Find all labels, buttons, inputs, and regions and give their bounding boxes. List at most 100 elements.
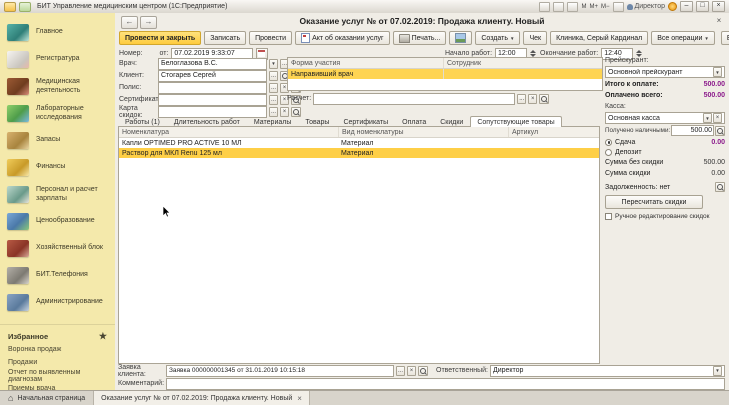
magnifier-icon: [293, 109, 299, 115]
tab-work-duration[interactable]: Длительность работ: [167, 116, 247, 127]
calculation-row: Расчет: ... ×: [287, 93, 549, 104]
pricelist-combo[interactable]: Основной прейскурант ▼: [605, 66, 725, 78]
favorite-diagnosis-report[interactable]: Отчет по выявленным диагнозам: [8, 369, 115, 382]
taskbar: ⌂ Начальная страница Оказание услуг № от…: [0, 390, 729, 405]
cashdesk-combo[interactable]: Основная касса ▼ ×: [605, 112, 725, 124]
doctor-row: Врач: Белоглазова В.С. ▼ ...: [119, 58, 301, 69]
window-titlebar: БИТ Управление медицинским центром (1С:П…: [0, 0, 729, 14]
quick-menu-icon[interactable]: [19, 2, 31, 12]
save-icon[interactable]: [539, 2, 550, 12]
table-row[interactable]: Капли OPTIMED PRO ACTIVE 10 МЛ Материал: [119, 138, 599, 148]
tab-related-goods[interactable]: Сопутствующие товары: [470, 116, 561, 127]
tab-certificates[interactable]: Сертификаты: [336, 116, 395, 127]
sidebar-item-lab[interactable]: Лабораторные исследования: [0, 100, 115, 127]
deposit-radio[interactable]: [605, 149, 612, 156]
sidebar-item-staff[interactable]: Персонал и расчет зарплаты: [0, 181, 115, 208]
doctor-dropdown-icon[interactable]: ▼: [269, 59, 278, 69]
responsible-dropdown-icon[interactable]: ▼: [713, 366, 722, 376]
client-input[interactable]: Стогарев Сергей: [158, 70, 267, 82]
favorite-sales[interactable]: Продажи: [8, 356, 115, 369]
client-select-icon[interactable]: ...: [269, 71, 278, 81]
maximize-button[interactable]: □: [696, 1, 709, 12]
sidebar-item-telephony[interactable]: БИТ.Телефония: [0, 262, 115, 289]
work-end-spinner[interactable]: [636, 50, 643, 57]
policy-input[interactable]: [158, 82, 267, 94]
service-act-button[interactable]: Акт об оказании услуг: [295, 31, 390, 45]
all-operations-button[interactable]: Все операции▼: [651, 31, 715, 45]
sidebar-item-finance[interactable]: Финансы: [0, 154, 115, 181]
window-layout-icon[interactable]: [613, 2, 624, 12]
clinic-button[interactable]: Клиника, Серый Кардинал: [550, 31, 648, 45]
home-page-tab[interactable]: ⌂ Начальная страница: [0, 391, 94, 405]
memory-mplus-button[interactable]: M+: [589, 4, 598, 10]
table-row-selected[interactable]: Раствор для МКЛ Renu 125 мл Материал: [119, 148, 599, 158]
sidebar-item-medical[interactable]: Медицинская деятельность: [0, 73, 115, 100]
calculation-clear-icon[interactable]: ×: [528, 94, 537, 104]
request-select-icon[interactable]: ...: [396, 366, 405, 376]
calculation-open-icon[interactable]: [539, 94, 549, 104]
toolbox-icon: [7, 240, 29, 257]
print-button[interactable]: Печать...: [393, 31, 447, 45]
calendar-icon[interactable]: [553, 2, 564, 12]
sidebar-item-stock[interactable]: Запасы: [0, 127, 115, 154]
cashdesk-clear-icon[interactable]: ×: [713, 113, 722, 123]
favorite-sales-funnel[interactable]: Воронка продаж: [8, 343, 115, 356]
back-icon[interactable]: ←: [121, 16, 138, 29]
tab-payment[interactable]: Оплата: [395, 116, 433, 127]
request-open-icon[interactable]: [418, 366, 428, 376]
calculation-input[interactable]: [313, 93, 515, 105]
doctor-input[interactable]: Белоглазова В.С.: [158, 58, 267, 70]
responsible-combo[interactable]: Директор ▼: [490, 365, 725, 377]
more-button[interactable]: Еще▼: [721, 31, 729, 45]
total-due-row: Итого к оплате: 500.00: [605, 79, 725, 90]
document-taskbar-tab[interactable]: Оказание услуг № от 07.02.2019: Продажа …: [94, 391, 310, 405]
attachment-button[interactable]: [449, 31, 472, 45]
certificate-input[interactable]: [158, 94, 267, 106]
memory-m-button[interactable]: M: [581, 4, 586, 10]
participation-row[interactable]: Направивший врач: [288, 69, 602, 79]
certificate-select-icon[interactable]: ...: [269, 95, 278, 105]
tab-goods[interactable]: Товары: [298, 116, 336, 127]
sidebar-item-pricing[interactable]: Ценообразование: [0, 208, 115, 235]
magnifier-icon: [420, 368, 426, 374]
cash-received-input[interactable]: 500.00: [671, 125, 714, 136]
create-button[interactable]: Создать▼: [475, 31, 520, 45]
policy-select-icon[interactable]: ...: [269, 83, 278, 93]
calculation-select-icon[interactable]: ...: [517, 94, 526, 104]
client-request-input[interactable]: Заявка 000000001345 от 31.01.2019 10:15:…: [166, 365, 394, 377]
close-document-icon[interactable]: ×: [713, 16, 725, 27]
memory-mminus-button[interactable]: M−: [601, 4, 610, 10]
notification-icon[interactable]: [668, 2, 677, 11]
sidebar-nav: Главное Регистратура Медицинская деятель…: [0, 13, 115, 316]
comment-input[interactable]: [166, 378, 725, 390]
close-tab-icon[interactable]: ×: [297, 394, 302, 403]
calculator-icon[interactable]: [567, 2, 578, 12]
sidebar-item-registry[interactable]: Регистратура: [0, 46, 115, 73]
sidebar-item-admin[interactable]: Администрирование: [0, 289, 115, 316]
post-and-close-button[interactable]: Провести и закрыть: [119, 31, 201, 45]
number-label: Номер:: [119, 50, 143, 57]
current-user[interactable]: Директор: [627, 3, 666, 10]
cash-received-calc-icon[interactable]: [715, 126, 725, 136]
document-area: ← → Оказание услуг № от 07.02.2019: Прод…: [115, 13, 729, 391]
recalculate-discounts-button[interactable]: Пересчитать скидки: [605, 195, 703, 209]
tab-works[interactable]: Работы (1): [118, 116, 167, 127]
sidebar-item-main[interactable]: Главное: [0, 19, 115, 46]
main-menu-icon[interactable]: [4, 2, 16, 12]
save-button[interactable]: Записать: [204, 31, 246, 45]
change-radio[interactable]: [605, 139, 612, 146]
post-button[interactable]: Провести: [249, 31, 292, 45]
minimize-button[interactable]: –: [680, 1, 693, 12]
tab-discounts[interactable]: Скидки: [433, 116, 470, 127]
cashdesk-dropdown-icon[interactable]: ▼: [703, 113, 712, 123]
receipt-button[interactable]: Чек: [523, 31, 547, 45]
pricelist-dropdown-icon[interactable]: ▼: [713, 67, 722, 77]
star-icon[interactable]: ★: [99, 331, 107, 342]
manual-discount-checkbox[interactable]: [605, 213, 612, 220]
sidebar-item-household[interactable]: Хозяйственный блок: [0, 235, 115, 262]
request-clear-icon[interactable]: ×: [407, 366, 416, 376]
close-window-button[interactable]: ×: [712, 1, 725, 12]
work-start-spinner[interactable]: [530, 50, 537, 57]
debt-refresh-icon[interactable]: [715, 182, 725, 192]
tab-materials[interactable]: Материалы: [247, 116, 298, 127]
